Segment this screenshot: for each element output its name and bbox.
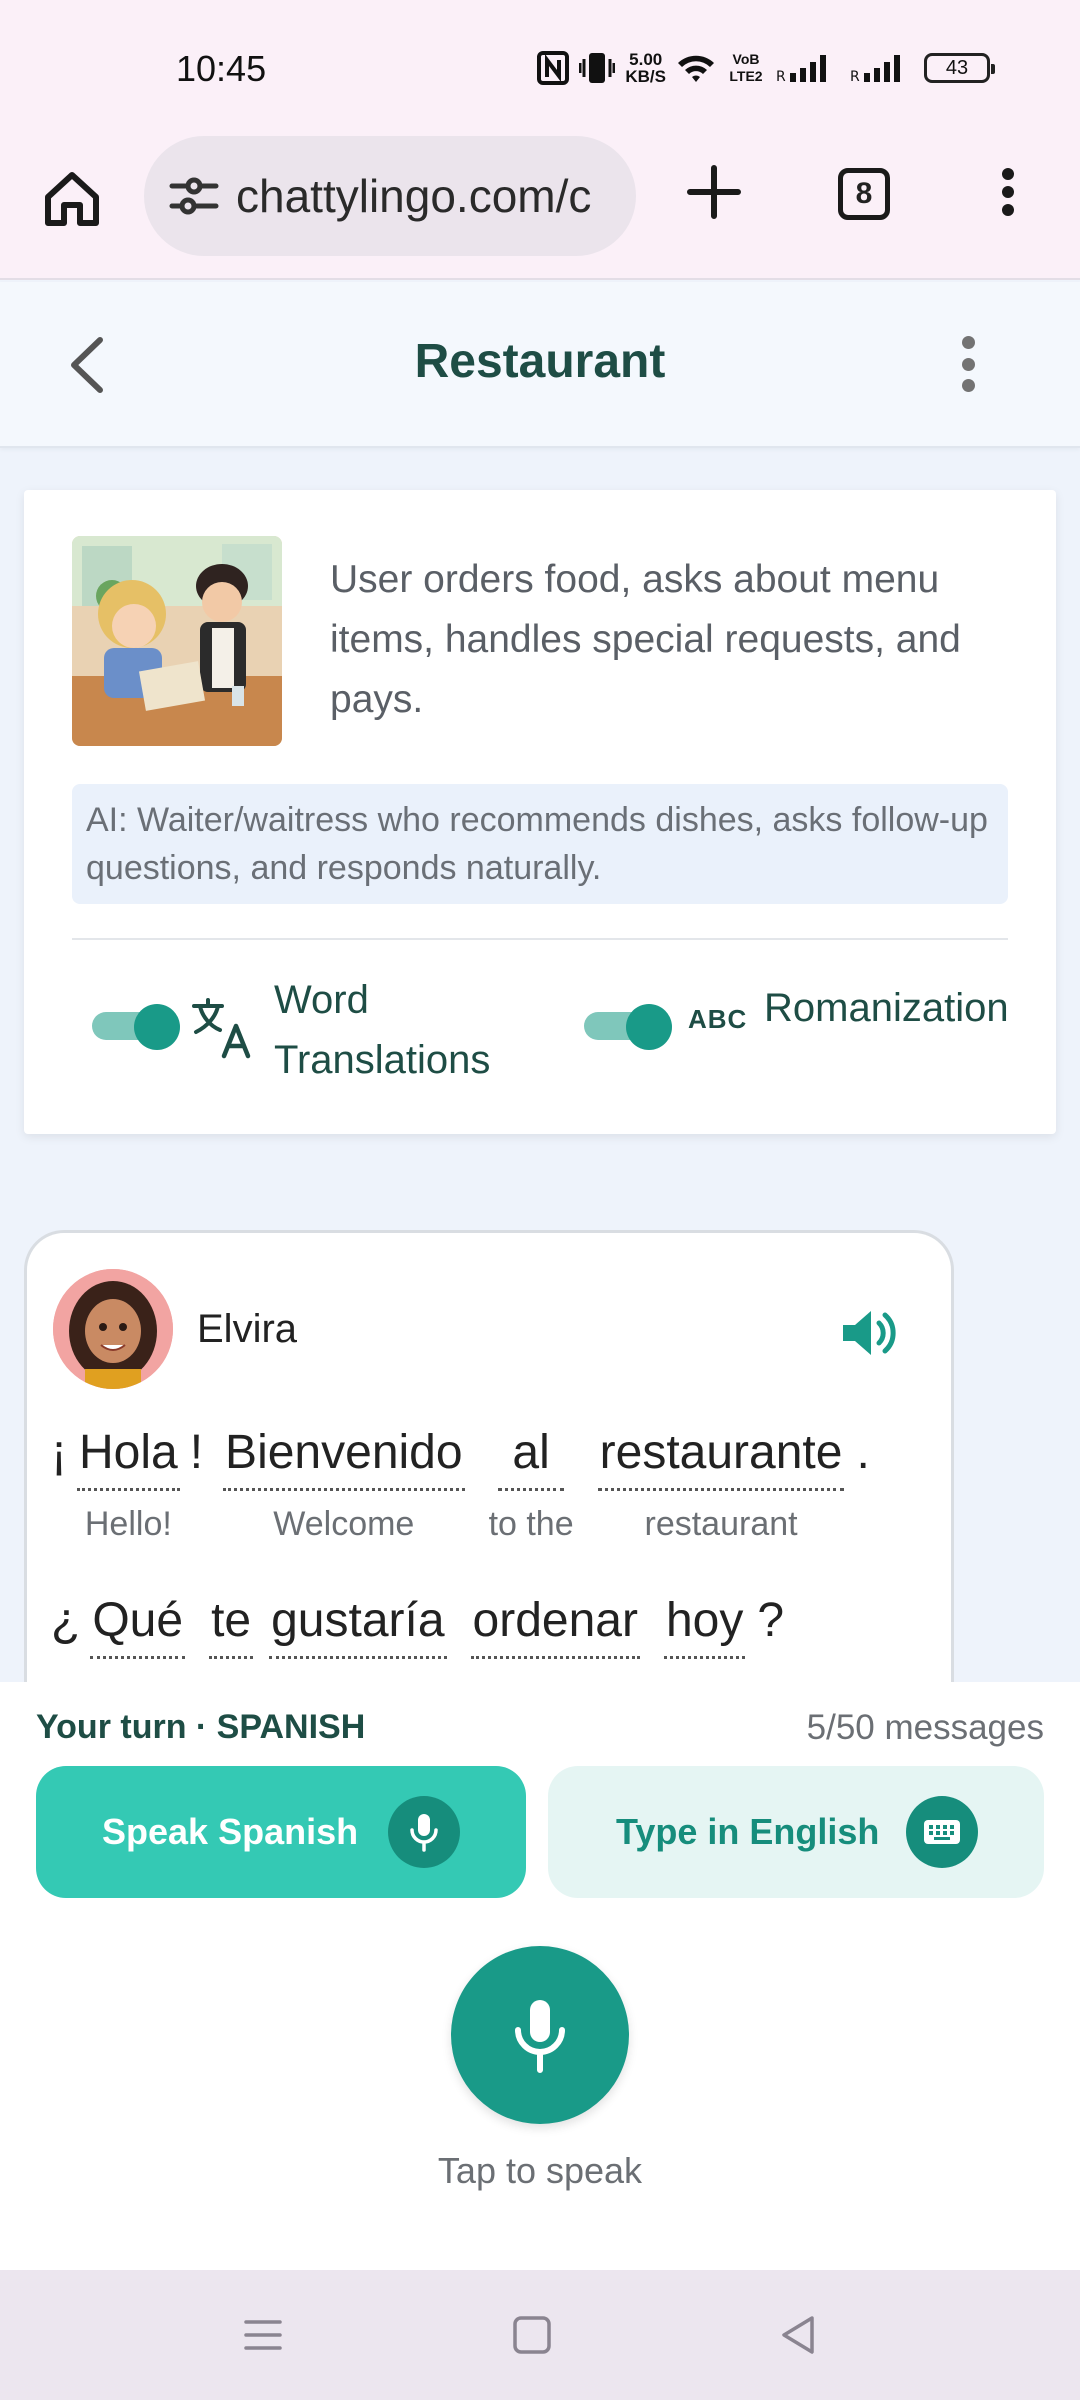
nfc-icon (537, 51, 570, 85)
word-token[interactable]: restaurante restaurant (597, 1421, 845, 1544)
word-token[interactable]: hoy (663, 1589, 746, 1659)
tap-to-speak-mic-button[interactable] (451, 1946, 629, 2124)
recents-icon[interactable] (240, 2312, 286, 2358)
romanization-label: Romanization (764, 986, 1009, 1030)
mic-icon (388, 1796, 460, 1868)
type-english-button[interactable]: Type in English (548, 1766, 1044, 1898)
mic-icon (515, 2000, 565, 2073)
ai-role-box: AI: Waiter/waitress who recommends dishe… (72, 784, 1008, 904)
new-tab-plus-icon[interactable] (682, 160, 746, 224)
page-title: Restaurant (414, 335, 666, 388)
word-token[interactable]: Hola Hello! (76, 1421, 180, 1544)
word-translations-toggle[interactable] (92, 1004, 180, 1050)
translate-icon (192, 998, 251, 1059)
tap-to-speak-label: Tap to speak (437, 2150, 643, 2191)
svg-text:R: R (850, 69, 860, 83)
type-button-label: Type in English (616, 1811, 880, 1852)
speed-unit: KB/S (625, 67, 666, 86)
tabs-button[interactable]: 8 (838, 168, 890, 220)
system-nav-bar (0, 2270, 1080, 2400)
input-panel: Your turn · SPANISH 5/50 messages Speak … (0, 1682, 1080, 2270)
status-bar: 10:45 5.00 KB/S VoB LTE2 R R 43 (0, 0, 1080, 130)
ai-message-bubble: Elvira ¡ Hola Hello! ! Bienvenido Welcome … (24, 1230, 954, 1710)
network-speed: 5.00 KB/S (625, 51, 666, 85)
word-token[interactable]: gustaría (269, 1589, 447, 1659)
avatar (53, 1269, 173, 1389)
scenario-description: User orders food, asks about menu items,… (330, 558, 961, 721)
word-token[interactable]: Qué (90, 1589, 186, 1659)
speaker-name: Elvira (197, 1307, 298, 1351)
volte-badge: VoB LTE2 (729, 51, 763, 84)
scenario-card: User orders food, asks about menu items,… (24, 490, 1056, 1134)
browser-menu-button[interactable] (990, 160, 1026, 224)
browser-toolbar: chattylingo.com/c 8 (0, 130, 1080, 280)
speak-spanish-button[interactable]: Speak Spanish (36, 1766, 526, 1898)
speak-button-label: Speak Spanish (102, 1811, 359, 1852)
close-punct: ? (757, 1594, 785, 1647)
word-token[interactable]: al to the (489, 1421, 574, 1544)
punct: ! (189, 1426, 204, 1479)
more-vert-icon[interactable] (950, 332, 986, 396)
status-time: 10:45 (176, 48, 267, 89)
close-punct: . (856, 1426, 870, 1479)
vibrate-icon (579, 53, 616, 83)
svg-text:R: R (776, 69, 786, 83)
abc-icon: ABC (688, 1004, 748, 1034)
word-token[interactable]: ordenar (470, 1589, 640, 1659)
url-bar[interactable]: chattylingo.com/c (144, 136, 636, 256)
open-punct: ¡ (51, 1426, 67, 1479)
signal-icon-1: R (776, 55, 826, 83)
divider (72, 938, 1008, 940)
signal-icon-2: R (850, 55, 900, 83)
battery-indicator: 43 (924, 53, 995, 83)
volume-icon[interactable] (839, 1305, 899, 1361)
home-icon[interactable] (40, 167, 104, 231)
app-header: Restaurant (0, 282, 1080, 448)
message-line-2: ¿ Qué te gustaría ordenar hoy ? (51, 1589, 794, 1659)
wifi-icon (678, 55, 714, 82)
message-count: 5/50 messages (806, 1708, 1044, 1747)
speed-value: 5.00 (629, 50, 663, 69)
open-punct: ¿ (51, 1594, 81, 1647)
romanization-toggle[interactable] (584, 1004, 672, 1050)
home-square-icon[interactable] (509, 2312, 555, 2358)
word-translations-label: Word Translations (274, 978, 491, 1082)
scenario-image (72, 536, 282, 746)
nav-back-icon[interactable] (776, 2312, 822, 2358)
url-text[interactable]: chattylingo.com/c (236, 169, 591, 223)
word-token[interactable]: Bienvenido Welcome (223, 1421, 465, 1544)
keyboard-icon (906, 1796, 978, 1868)
word-token[interactable]: te (209, 1589, 254, 1659)
turn-label: Your turn · SPANISH (36, 1708, 366, 1746)
tune-icon[interactable] (168, 170, 220, 222)
message-line-1: ¡ Hola Hello! ! Bienvenido Welcome al to th… (51, 1421, 880, 1544)
status-icons: 5.00 KB/S VoB LTE2 R R 43 (537, 46, 995, 90)
